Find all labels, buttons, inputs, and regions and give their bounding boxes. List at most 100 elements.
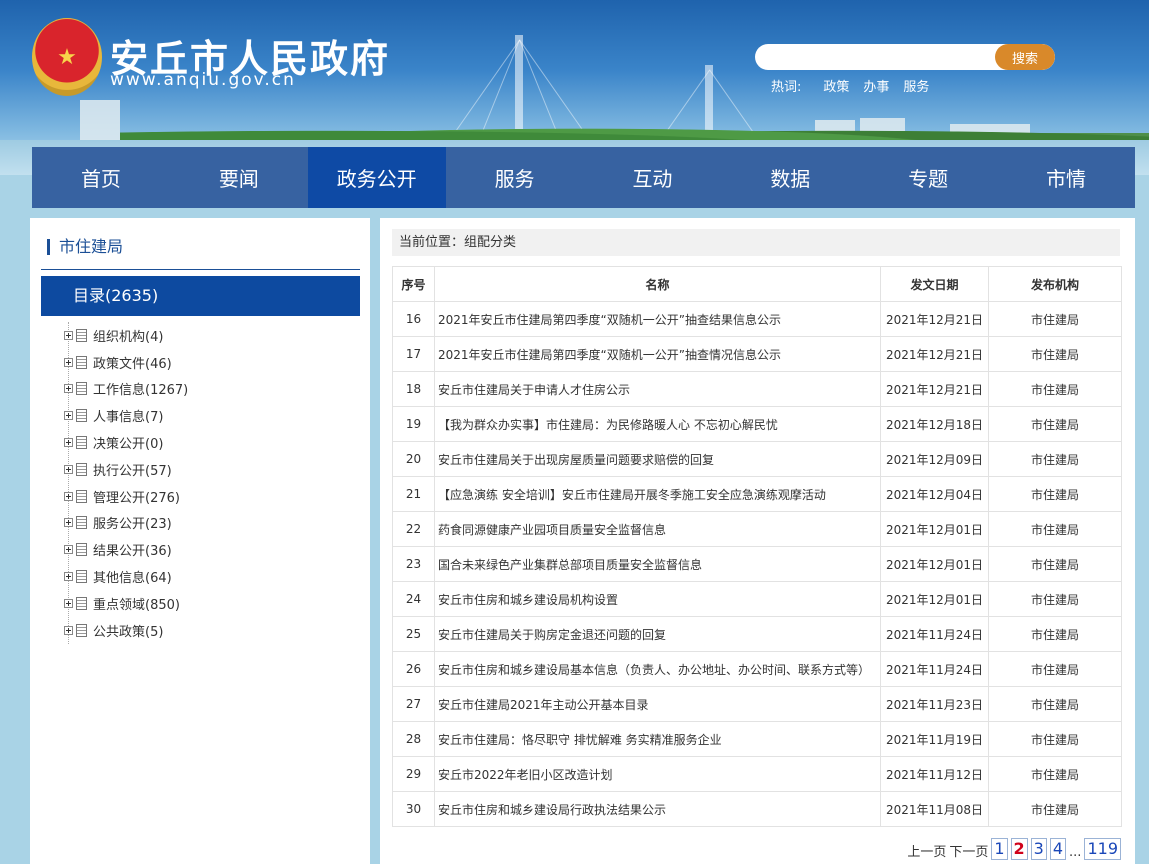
search-input[interactable]: [755, 44, 995, 70]
tree-item[interactable]: 其他信息(64): [64, 563, 358, 590]
hot-words-label: 热词:: [771, 80, 802, 95]
page-number-link[interactable]: 3: [1030, 838, 1047, 860]
tree-item[interactable]: 人事信息(7): [64, 402, 358, 429]
column-header-number: 序号: [392, 266, 435, 302]
tree-item[interactable]: 结果公开(36): [64, 536, 358, 563]
tree-item-label[interactable]: 工作信息(1267): [93, 379, 188, 398]
search-button[interactable]: 搜索: [995, 44, 1055, 70]
tree-item-label[interactable]: 政策文件(46): [93, 353, 172, 372]
table-row: 18 安丘市住建局关于申请人才住房公示 2021年12月21日 市住建局: [392, 371, 1122, 407]
publisher: 市住建局: [988, 651, 1122, 687]
row-number: 27: [392, 686, 435, 722]
document-title-link[interactable]: 安丘市住建局2021年主动公开基本目录: [434, 686, 881, 722]
page-number-link[interactable]: 1: [991, 838, 1008, 860]
tree-item[interactable]: 决策公开(0): [64, 429, 358, 456]
plus-square-icon[interactable]: [64, 357, 73, 367]
hot-word-link[interactable]: 政策: [823, 76, 849, 95]
document-icon: [76, 623, 87, 637]
plus-square-icon[interactable]: [64, 518, 73, 528]
publisher: 市住建局: [988, 756, 1122, 792]
document-title-link[interactable]: 安丘市住建局关于购房定金退还问题的回复: [434, 616, 881, 652]
document-title-link[interactable]: 安丘市住房和城乡建设局行政执法结果公示: [434, 791, 881, 827]
row-number: 18: [392, 371, 435, 407]
search-box: 搜索: [755, 44, 1055, 70]
tree-item-label[interactable]: 服务公开(23): [93, 513, 172, 532]
document-title-link[interactable]: 国合未来绿色产业集群总部项目质量安全监督信息: [434, 546, 881, 582]
plus-square-icon[interactable]: [64, 384, 73, 394]
nav-item-gov-affairs[interactable]: 政务公开: [307, 147, 446, 208]
tree-item-label[interactable]: 管理公开(276): [93, 487, 180, 506]
plus-square-icon[interactable]: [64, 598, 73, 608]
tree-item[interactable]: 工作信息(1267): [64, 376, 358, 403]
column-header-date: 发文日期: [880, 266, 989, 302]
prev-page-link[interactable]: 上一页: [907, 841, 946, 860]
tree-item[interactable]: 政策文件(46): [64, 349, 358, 376]
document-title-link[interactable]: 【应急演练 安全培训】安丘市住建局开展冬季施工安全应急演练观摩活动: [434, 476, 881, 512]
hot-word-link[interactable]: 服务: [903, 76, 929, 95]
tree-item[interactable]: 公共政策(5): [64, 617, 358, 644]
table-row: 30 安丘市住房和城乡建设局行政执法结果公示 2021年11月08日 市住建局: [392, 791, 1122, 827]
document-title-link[interactable]: 安丘市住房和城乡建设局机构设置: [434, 581, 881, 617]
publisher: 市住建局: [988, 301, 1122, 337]
publish-date: 2021年11月24日: [880, 616, 989, 652]
tree-item-label[interactable]: 人事信息(7): [93, 406, 163, 425]
table-body: 16 2021年安丘市住建局第四季度“双随机一公开”抽查结果信息公示 2021年12…: [392, 301, 1122, 827]
row-number: 26: [392, 651, 435, 687]
tree-item[interactable]: 管理公开(276): [64, 483, 358, 510]
plus-square-icon[interactable]: [64, 625, 73, 635]
tree-item-label[interactable]: 公共政策(5): [93, 621, 163, 640]
tree-item-label[interactable]: 执行公开(57): [93, 460, 172, 479]
document-title-link[interactable]: 安丘市住建局关于出现房屋质量问题要求赔偿的回复: [434, 441, 881, 477]
tree-item[interactable]: 执行公开(57): [64, 456, 358, 483]
document-title-link[interactable]: 药食同源健康产业园项目质量安全监督信息: [434, 511, 881, 547]
row-number: 23: [392, 546, 435, 582]
nav-item-home[interactable]: 首页: [32, 147, 170, 208]
document-title-link[interactable]: 2021年安丘市住建局第四季度“双随机一公开”抽查结果信息公示: [434, 301, 881, 337]
table-row: 25 安丘市住建局关于购房定金退还问题的回复 2021年11月24日 市住建局: [392, 616, 1122, 652]
document-title-link[interactable]: 安丘市住房和城乡建设局基本信息（负责人、办公地址、办公时间、联系方式等）: [434, 651, 881, 687]
plus-square-icon[interactable]: [64, 572, 73, 582]
tree-item-label[interactable]: 重点领域(850): [93, 594, 180, 613]
nav-item-city-info[interactable]: 市情: [997, 147, 1135, 208]
plus-square-icon[interactable]: [64, 491, 73, 501]
plus-square-icon[interactable]: [64, 411, 73, 421]
nav-item-data[interactable]: 数据: [721, 147, 859, 208]
row-number: 28: [392, 721, 435, 757]
current-page[interactable]: 2: [1010, 838, 1028, 860]
nav-item-services[interactable]: 服务: [446, 147, 584, 208]
hot-word-link[interactable]: 办事: [863, 76, 889, 95]
row-number: 24: [392, 581, 435, 617]
last-page-link[interactable]: 119: [1084, 838, 1121, 860]
publish-date: 2021年12月09日: [880, 441, 989, 477]
tree-item-label[interactable]: 结果公开(36): [93, 540, 172, 559]
document-icon: [76, 489, 87, 503]
nav-item-interaction[interactable]: 互动: [584, 147, 722, 208]
plus-square-icon[interactable]: [64, 438, 73, 448]
plus-square-icon[interactable]: [64, 545, 73, 555]
hot-words: 热词: 政策 办事 服务: [771, 76, 929, 95]
next-page-link[interactable]: 下一页: [949, 841, 988, 860]
table-row: 19 【我为群众办实事】市住建局：为民修路暖人心 不忘初心解民忧 2021年12月1…: [392, 406, 1122, 442]
document-title-link[interactable]: 【我为群众办实事】市住建局：为民修路暖人心 不忘初心解民忧: [434, 406, 881, 442]
plus-square-icon[interactable]: [64, 330, 73, 340]
nav-item-news[interactable]: 要闻: [170, 147, 308, 208]
document-title-link[interactable]: 安丘市2022年老旧小区改造计划: [434, 756, 881, 792]
breadcrumb: 当前位置：组配分类: [392, 229, 1120, 256]
nav-item-topics[interactable]: 专题: [859, 147, 997, 208]
tree-item[interactable]: 组织机构(4): [64, 322, 358, 349]
document-icon: [76, 382, 87, 396]
publisher: 市住建局: [988, 476, 1122, 512]
document-title-link[interactable]: 安丘市住建局关于申请人才住房公示: [434, 371, 881, 407]
category-tree: 组织机构(4) 政策文件(46) 工作信息(1267) 人事信息(7) 决策公开…: [64, 322, 358, 644]
tree-item-label[interactable]: 其他信息(64): [93, 567, 172, 586]
document-title-link[interactable]: 2021年安丘市住建局第四季度“双随机一公开”抽查情况信息公示: [434, 336, 881, 372]
tree-item[interactable]: 重点领域(850): [64, 590, 358, 617]
page-number-link[interactable]: 4: [1049, 838, 1067, 860]
tree-item[interactable]: 服务公开(23): [64, 510, 358, 537]
plus-square-icon[interactable]: [64, 464, 73, 474]
document-title-link[interactable]: 安丘市住建局：恪尽职守 排忧解难 务实精准服务企业: [434, 721, 881, 757]
publisher: 市住建局: [988, 721, 1122, 757]
catalog-header[interactable]: 目录(2635): [41, 276, 360, 316]
tree-item-label[interactable]: 组织机构(4): [93, 326, 163, 345]
tree-item-label[interactable]: 决策公开(0): [93, 433, 163, 452]
